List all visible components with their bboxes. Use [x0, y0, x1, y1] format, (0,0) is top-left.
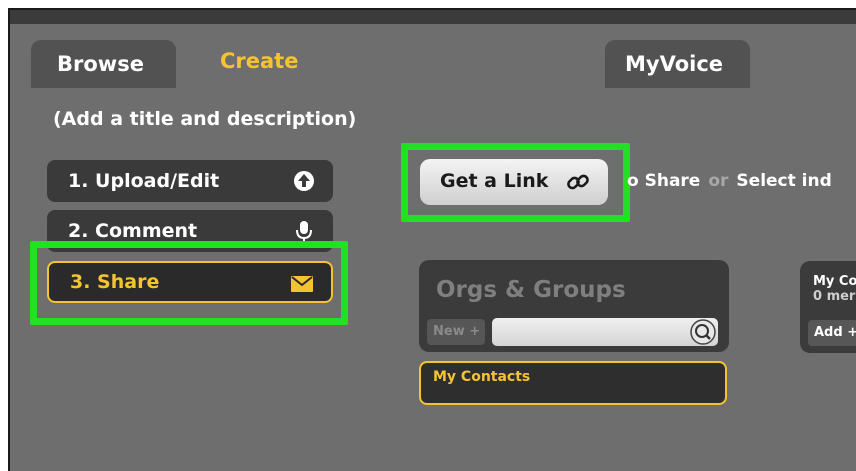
step-label: 2. Comment: [68, 220, 198, 242]
tab-browse[interactable]: Browse: [31, 40, 176, 88]
or-text: or: [708, 171, 729, 191]
add-contact-button[interactable]: Add +: [808, 320, 856, 346]
tab-myvoice[interactable]: MyVoice: [605, 40, 750, 88]
microphone-icon: [293, 220, 315, 242]
my-contacts-item[interactable]: My Contacts: [419, 361, 727, 405]
orgs-groups-panel: Orgs & Groups New +: [419, 260, 729, 352]
envelope-icon: [291, 273, 313, 295]
tab-create[interactable]: Create: [190, 34, 592, 94]
title-description-hint[interactable]: (Add a title and description): [53, 108, 356, 130]
orgs-search-input[interactable]: [492, 318, 718, 346]
new-group-button[interactable]: New +: [427, 319, 485, 345]
to-share-text: o Share: [627, 171, 701, 191]
link-icon: [566, 170, 590, 199]
share-options-text: o Share or Select ind: [627, 171, 832, 191]
members-count: 0 mer: [813, 289, 856, 304]
my-contacts-panel: My Co 0 mer Add +: [800, 261, 856, 353]
step-share-button[interactable]: 3. Share: [47, 261, 333, 303]
get-link-button[interactable]: Get a Link: [420, 159, 608, 205]
step-upload-edit-button[interactable]: 1. Upload/Edit: [47, 160, 333, 202]
upload-arrow-icon: [293, 170, 315, 192]
my-contacts-panel-title: My Co: [813, 274, 856, 289]
select-individuals-link[interactable]: Select ind: [736, 171, 831, 191]
step-label: 3. Share: [70, 271, 160, 293]
step-label: 1. Upload/Edit: [68, 170, 220, 192]
get-link-label: Get a Link: [440, 170, 549, 192]
app-window: Browse MyVoice Create (Add a title and d…: [8, 8, 856, 471]
top-bar: [10, 10, 856, 24]
search-icon[interactable]: [690, 319, 716, 349]
orgs-groups-title: Orgs & Groups: [436, 277, 626, 303]
